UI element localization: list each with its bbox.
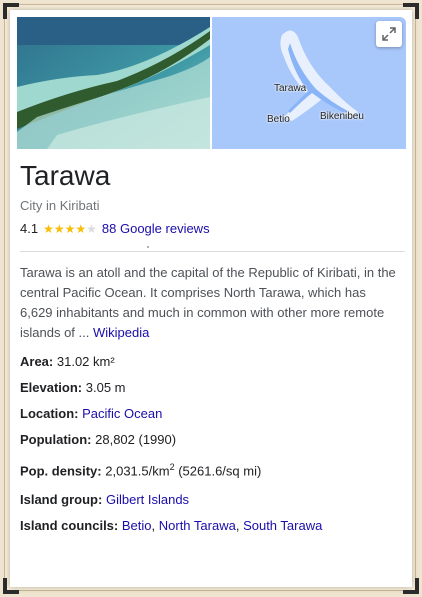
fact-value: 2,031.5/km: [105, 463, 170, 479]
fact-value: 31.02 km²: [56, 354, 115, 369]
rating-row: 4.1 ★ ★ ★ ★ ★ 88 Google reviews: [20, 221, 210, 236]
reviews-link[interactable]: 88 Google reviews: [102, 221, 210, 236]
description: Tarawa is an atoll and the capital of th…: [20, 263, 400, 343]
fact-area: Area: 31.02 km²: [20, 354, 115, 369]
fact-label: Area:: [20, 354, 54, 369]
council-link-south-tarawa[interactable]: South Tarawa: [243, 518, 322, 533]
fact-label: Pop. density:: [20, 463, 102, 479]
atoll-photo[interactable]: [17, 17, 210, 149]
map-label-betio: Betio: [267, 114, 290, 125]
place-title: Tarawa: [20, 160, 111, 191]
fact-label: Island councils:: [20, 518, 119, 533]
fact-island-councils: Island councils: Betio, North Tarawa, So…: [20, 518, 322, 533]
council-link-betio[interactable]: Betio: [122, 518, 152, 533]
fact-value-superscript: 2: [169, 462, 175, 472]
frame-corner-bottom-left: [3, 578, 19, 594]
fact-value: 3.05 m: [85, 380, 126, 395]
star-filled-icon: ★: [43, 221, 54, 236]
council-link-north-tarawa[interactable]: North Tarawa: [159, 518, 236, 533]
star-filled-icon: ★: [53, 221, 65, 236]
wikipedia-link[interactable]: Wikipedia: [93, 325, 149, 340]
fact-value-imperial: (5261.6/sq mi): [178, 463, 262, 479]
fact-label: Population:: [20, 432, 92, 447]
rating-value: 4.1: [20, 221, 39, 236]
map-expand-button[interactable]: [376, 21, 402, 47]
fact-density: Pop. density: 2,031.5/km2 (5261.6/sq mi): [20, 462, 261, 478]
map-thumbnail[interactable]: Tarawa Betio Bikenibeu: [212, 17, 406, 149]
fact-location: Location: Pacific Ocean: [20, 406, 162, 421]
map-label-tarawa: Tarawa: [274, 83, 307, 94]
fact-label: Elevation:: [20, 380, 83, 395]
star-filled-icon: ★: [64, 221, 76, 236]
place-subtitle: City in Kiribati: [20, 198, 100, 213]
map-label-bikenibeu: Bikenibeu: [320, 111, 364, 122]
section-divider: [20, 251, 405, 252]
fact-label: Location:: [20, 406, 79, 421]
fact-elevation: Elevation: 3.05 m: [20, 380, 126, 395]
comma: ,: [151, 518, 159, 533]
fact-value: 28,802 (1990): [95, 432, 177, 447]
fact-population: Population: 28,802 (1990): [20, 432, 176, 447]
frame-corner-bottom-right: [403, 578, 419, 594]
location-link[interactable]: Pacific Ocean: [82, 406, 162, 421]
rating-stars: ★ ★ ★ ★ ★: [43, 223, 97, 235]
expand-icon: [382, 27, 396, 41]
fact-label: Island group:: [20, 492, 103, 507]
island-group-link[interactable]: Gilbert Islands: [106, 492, 189, 507]
description-text: Tarawa is an atoll and the capital of th…: [20, 265, 396, 340]
separator-dot: [147, 246, 149, 248]
fact-island-group: Island group: Gilbert Islands: [20, 492, 189, 507]
star-empty-icon: ★: [86, 221, 97, 236]
star-filled-icon: ★: [75, 221, 87, 236]
frame-corner-top-right: [403, 3, 419, 19]
comma: ,: [235, 518, 244, 533]
